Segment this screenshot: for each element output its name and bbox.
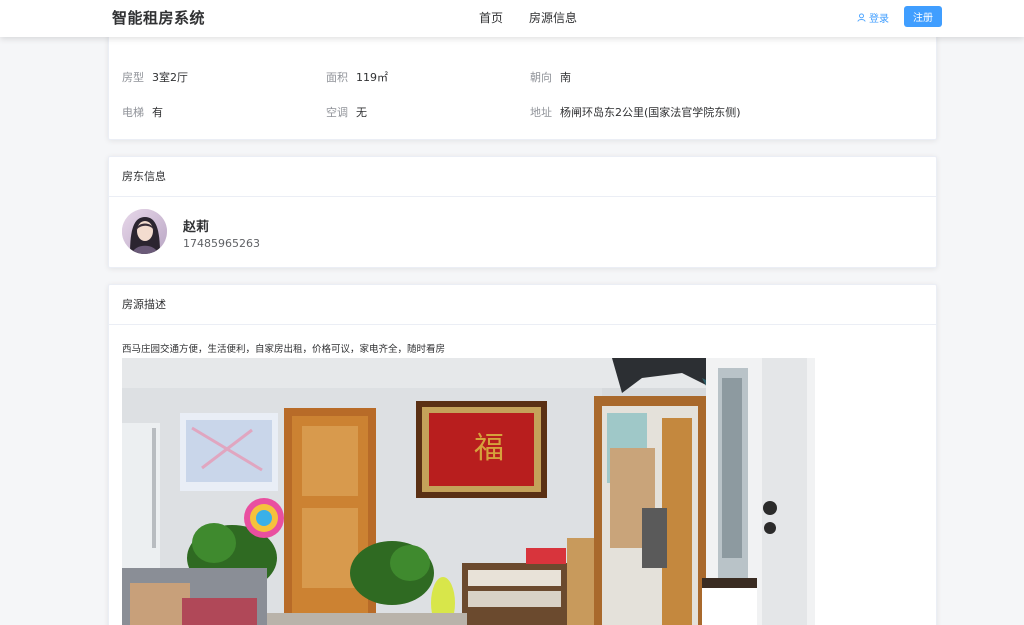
- landlord-card: 房东信息 赵莉 17485965263: [108, 156, 937, 268]
- attr-area: 面积 119㎡: [326, 69, 388, 85]
- attr-address-value: 杨闸环岛东2公里(国家法官学院东侧): [560, 106, 741, 119]
- attr-aircon-key: 空调: [326, 106, 348, 119]
- login-label: 登录: [869, 14, 889, 25]
- attr-address-key: 地址: [530, 106, 552, 119]
- attr-aircon: 空调无: [326, 104, 367, 120]
- nav-home-link[interactable]: 首页: [479, 9, 503, 26]
- svg-text:福: 福: [474, 431, 504, 466]
- description-card-title: 房源描述: [109, 285, 936, 325]
- attr-layout-value: 3室2厅: [152, 71, 188, 84]
- attr-orientation-key: 朝向: [530, 71, 552, 84]
- attr-area-key: 面积: [326, 71, 348, 84]
- attr-orientation-value: 南: [560, 71, 571, 84]
- attr-aircon-value: 无: [356, 106, 367, 119]
- site-brand[interactable]: 智能租房系统: [112, 7, 205, 28]
- nav-listings-link[interactable]: 房源信息: [529, 9, 577, 26]
- landlord-name: 赵莉: [183, 220, 210, 235]
- landlord-phone: 17485965263: [183, 237, 260, 250]
- top-navbar: 智能租房系统 首页 房源信息 登录 注册: [0, 0, 1024, 37]
- register-button[interactable]: 注册: [904, 6, 942, 27]
- house-photo: 福: [122, 358, 815, 625]
- description-text: 西马庄园交通方便，生活便利，自家房出租，价格可议，家电齐全，随时看房: [122, 344, 446, 355]
- attr-elevator-key: 电梯: [122, 106, 144, 119]
- landlord-avatar: [122, 209, 167, 254]
- attr-orientation: 朝向南: [530, 69, 571, 85]
- attr-layout-key: 房型: [122, 71, 144, 84]
- avatar-portrait-icon: [122, 209, 167, 254]
- user-icon: [857, 13, 866, 22]
- landlord-card-title: 房东信息: [109, 157, 936, 197]
- attr-layout: 房型 3室2厅: [122, 69, 188, 85]
- house-description-card: 房源描述 西马庄园交通方便，生活便利，自家房出租，价格可议，家电齐全，随时看房 …: [108, 284, 937, 625]
- attr-elevator: 电梯有: [122, 104, 163, 120]
- room-photo-image: 福: [122, 358, 815, 625]
- attr-address: 地址 杨闸环岛东2公里(国家法官学院东侧): [530, 104, 741, 120]
- attr-area-value: 119㎡: [356, 71, 388, 84]
- house-attributes-card: 房型 3室2厅 面积 119㎡ 朝向南 电梯有 空调无 地址 杨闸环岛东2公里(国家法…: [108, 30, 937, 140]
- login-link[interactable]: 登录: [857, 10, 889, 25]
- attr-elevator-value: 有: [152, 106, 163, 119]
